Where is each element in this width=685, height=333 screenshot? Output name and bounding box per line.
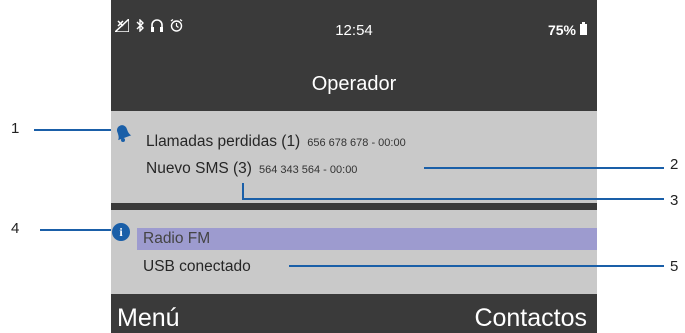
callout-5: 5 xyxy=(670,258,679,275)
new-sms-label: Nuevo SMS (3) xyxy=(146,160,252,177)
callout-1-line xyxy=(34,129,119,131)
bell-icon xyxy=(114,123,132,148)
callout-2: 2 xyxy=(670,156,679,173)
info-icon: i xyxy=(112,223,130,241)
callout-4: 4 xyxy=(11,220,20,237)
callout-3-line xyxy=(242,198,664,200)
new-sms-row[interactable]: Nuevo SMS (3) 564 343 564 - 00:00 xyxy=(146,160,357,178)
callout-4-line xyxy=(40,229,112,231)
screen-title: Operador xyxy=(311,73,397,95)
menu-softkey[interactable]: Menú xyxy=(117,304,180,333)
info-panel[interactable]: i Radio FM USB conectado xyxy=(111,210,597,294)
notifications-panel[interactable]: Llamadas perdidas (1) 656 678 678 - 00:00… xyxy=(111,111,597,203)
missed-calls-detail: 656 678 678 - 00:00 xyxy=(307,137,406,149)
radio-fm-row[interactable]: Radio FM xyxy=(137,228,597,250)
battery-status: 75% xyxy=(548,22,587,38)
softkey-bar: Menú Contactos xyxy=(111,300,597,333)
status-time: 12:54 xyxy=(335,22,373,39)
callout-3-line-vertical xyxy=(242,183,244,199)
contacts-softkey[interactable]: Contactos xyxy=(474,304,587,333)
new-sms-detail: 564 343 564 - 00:00 xyxy=(258,164,358,176)
callout-5-line xyxy=(289,265,664,267)
callout-2-line xyxy=(424,167,664,169)
radio-fm-label: Radio FM xyxy=(143,230,211,247)
callout-1: 1 xyxy=(11,120,20,137)
battery-icon xyxy=(580,22,587,38)
missed-calls-row[interactable]: Llamadas perdidas (1) 656 678 678 - 00:00 xyxy=(146,133,406,151)
missed-calls-label: Llamadas perdidas (1) xyxy=(146,133,301,150)
usb-connected-label: USB conectado xyxy=(143,258,251,275)
status-bar: 12:54 75% xyxy=(111,0,597,48)
callout-3: 3 xyxy=(670,192,679,209)
battery-percent: 75% xyxy=(547,22,576,38)
